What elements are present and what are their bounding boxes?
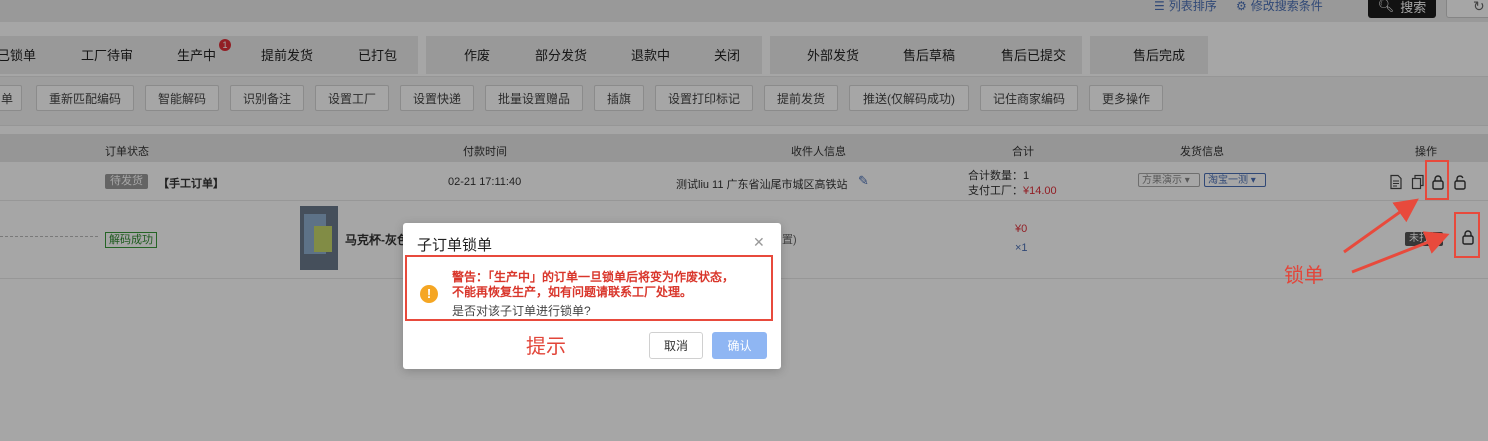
dialog-title: 子订单锁单	[417, 237, 493, 254]
confirm-question: 是否对该子订单进行锁单?	[452, 304, 591, 318]
annotation-lock-label: 锁单	[1284, 265, 1324, 287]
annotation-arrows	[1343, 198, 1450, 274]
lock-suborder-dialog: 子订单锁单 ✕ ! 警告：「生产中」的订单一旦锁单后将变为作废状态， 不能再恢复…	[403, 223, 781, 369]
warning-icon: !	[420, 285, 438, 303]
modal-overlay[interactable]	[0, 0, 1488, 441]
warning-line-2: 不能再恢复生产，如有问题请联系工厂处理。	[452, 285, 693, 299]
close-icon[interactable]: ✕	[753, 234, 765, 251]
order-page: ☰ 列表排序 ⚙ 修改搜索条件 🔍︎ 搜索 ↻ 已锁单 工厂待审 生产中 1 提…	[0, 0, 1488, 441]
annotation-hint-label: 提示	[526, 336, 566, 358]
cancel-button[interactable]: 取消	[649, 332, 703, 359]
confirm-button[interactable]: 确认	[712, 332, 767, 359]
warning-highlight-box: ! 警告：「生产中」的订单一旦锁单后将变为作废状态， 不能再恢复生产，如有问题请…	[405, 255, 773, 321]
